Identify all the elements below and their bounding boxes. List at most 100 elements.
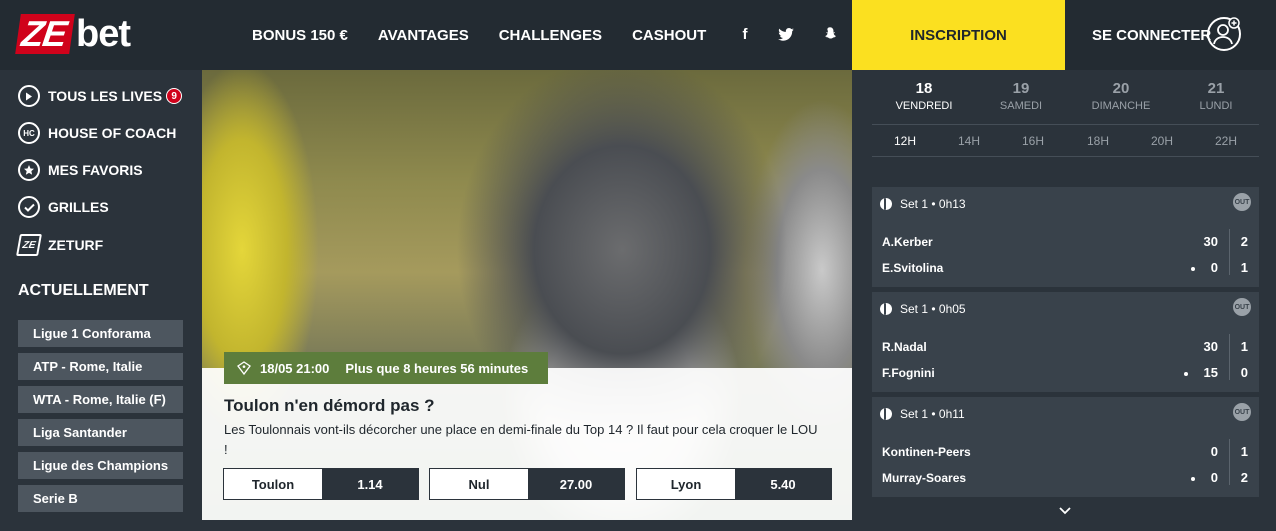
game-score-1: 30 bbox=[1203, 234, 1218, 249]
sidebar-item-label: MES FAVORIS bbox=[48, 162, 143, 178]
lives-count-badge: 9 bbox=[166, 88, 183, 104]
league-link[interactable]: Serie B bbox=[18, 485, 183, 512]
sidebar-item-label: HOUSE OF COACH bbox=[48, 125, 177, 141]
set-score-1: 1 bbox=[1240, 444, 1248, 459]
player-1: A.Kerber bbox=[882, 235, 933, 249]
user-add-icon[interactable] bbox=[1206, 16, 1242, 52]
live-match-card[interactable]: Set 1 • 0h05 OUT R.Nadal F.Fognini 30 15… bbox=[872, 292, 1259, 392]
sidebar-item-label: TOUS LES LIVES bbox=[48, 88, 163, 104]
hour-tab-20h[interactable]: 20H bbox=[1142, 134, 1182, 148]
odd-label: Nul bbox=[430, 469, 528, 499]
player-1: Kontinen-Peers bbox=[882, 445, 971, 459]
day-name: SAMEDI bbox=[999, 100, 1043, 112]
odd-button-away[interactable]: Lyon 5.40 bbox=[636, 468, 832, 500]
day-tab-19[interactable]: 19 SAMEDI bbox=[981, 80, 1061, 112]
day-tab-18[interactable]: 18 VENDREDI bbox=[884, 80, 964, 112]
odd-value: 5.40 bbox=[735, 469, 831, 499]
nav-challenges[interactable]: CHALLENGES bbox=[499, 27, 602, 44]
cashout-icon: OUT bbox=[1233, 298, 1251, 316]
sidebar-item-house-of-coach[interactable]: HC HOUSE OF COACH bbox=[18, 121, 176, 145]
set-score-2: 1 bbox=[1240, 260, 1248, 275]
match-status: Set 1 • 0h05 bbox=[880, 302, 966, 316]
check-icon bbox=[18, 196, 40, 218]
match-status-text: Set 1 • 0h11 bbox=[900, 407, 965, 421]
nav-bonus[interactable]: BONUS 150 € bbox=[252, 27, 348, 44]
play-icon bbox=[18, 85, 40, 107]
match-date: 18/05 21:00 bbox=[260, 360, 330, 376]
serve-indicator bbox=[1191, 477, 1195, 481]
score-divider bbox=[1229, 229, 1230, 275]
hour-tab-14h[interactable]: 14H bbox=[949, 134, 989, 148]
hour-tab-18h[interactable]: 18H bbox=[1078, 134, 1118, 148]
zeturf-icon: ZE bbox=[16, 234, 42, 256]
inscription-button[interactable]: INSCRIPTION bbox=[852, 0, 1065, 70]
sidebar-item-lives[interactable]: TOUS LES LIVES 9 bbox=[18, 84, 183, 108]
score-divider bbox=[1229, 439, 1230, 485]
hour-tab-22h[interactable]: 22H bbox=[1206, 134, 1246, 148]
game-score-1: 30 bbox=[1203, 339, 1218, 354]
day-name: DIMANCHE bbox=[1091, 100, 1151, 112]
sidebar-item-favoris[interactable]: MES FAVORIS bbox=[18, 158, 143, 182]
zebet-logo[interactable]: ZE bet bbox=[15, 12, 131, 56]
day-name: LUNDI bbox=[1199, 100, 1233, 112]
main-nav: BONUS 150 € AVANTAGES CHALLENGES CASHOUT bbox=[252, 0, 736, 70]
live-match-card[interactable]: Set 1 • 0h11 OUT Kontinen-Peers Murray-S… bbox=[872, 397, 1259, 497]
star-icon bbox=[18, 159, 40, 181]
score-divider bbox=[1229, 334, 1230, 380]
set-score-1: 2 bbox=[1240, 234, 1248, 249]
chevron-down-icon[interactable] bbox=[1058, 506, 1072, 516]
odd-button-home[interactable]: Toulon 1.14 bbox=[223, 468, 419, 500]
featured-match-hero[interactable]: 18/05 21:00 Plus que 8 heures 56 minutes… bbox=[202, 70, 852, 520]
player-2: F.Fognini bbox=[882, 366, 935, 380]
live-match-card[interactable]: Set 1 • 0h13 OUT A.Kerber E.Svitolina 30… bbox=[872, 187, 1259, 287]
match-status-text: Set 1 • 0h05 bbox=[900, 302, 966, 316]
day-number: 20 bbox=[1112, 80, 1130, 97]
league-link[interactable]: ATP - Rome, Italie bbox=[18, 353, 183, 380]
match-status: Set 1 • 0h13 bbox=[880, 197, 966, 211]
odd-value: 1.14 bbox=[322, 469, 418, 499]
set-score-1: 1 bbox=[1240, 339, 1248, 354]
logo-bet: bet bbox=[76, 13, 131, 55]
facebook-icon[interactable]: f bbox=[737, 26, 753, 43]
tennis-ball-icon bbox=[880, 198, 892, 210]
day-tab-21[interactable]: 21 LUNDI bbox=[1176, 80, 1256, 112]
snapchat-icon[interactable] bbox=[822, 26, 838, 41]
twitter-icon[interactable] bbox=[778, 28, 794, 41]
logo-ze: ZE bbox=[15, 13, 75, 54]
nav-cashout[interactable]: CASHOUT bbox=[632, 27, 706, 44]
hero-description: Les Toulonnais vont-ils décorcher une pl… bbox=[224, 422, 818, 457]
odd-label: Lyon bbox=[637, 469, 735, 499]
match-status-text: Set 1 • 0h13 bbox=[900, 197, 966, 211]
player-1: R.Nadal bbox=[882, 340, 927, 354]
match-countdown: Plus que 8 heures 56 minutes bbox=[345, 360, 529, 376]
login-button[interactable]: SE CONNECTER bbox=[1092, 0, 1211, 70]
day-number: 21 bbox=[1207, 80, 1225, 97]
serve-indicator bbox=[1184, 372, 1188, 376]
left-sidebar: TOUS LES LIVES 9 HC HOUSE OF COACH MES F… bbox=[0, 70, 202, 531]
league-link[interactable]: WTA - Rome, Italie (F) bbox=[18, 386, 183, 413]
sidebar-item-grilles[interactable]: GRILLES bbox=[18, 195, 109, 219]
league-link[interactable]: Liga Santander bbox=[18, 419, 183, 446]
game-score-1: 0 bbox=[1210, 444, 1218, 459]
hour-tab-16h[interactable]: 16H bbox=[1013, 134, 1053, 148]
league-link[interactable]: Ligue 1 Conforama bbox=[18, 320, 183, 347]
league-link[interactable]: Ligue des Champions bbox=[18, 452, 183, 479]
set-score-2: 0 bbox=[1240, 365, 1248, 380]
day-tab-20[interactable]: 20 DIMANCHE bbox=[1081, 80, 1161, 112]
sidebar-item-zeturf[interactable]: ZE ZETURF bbox=[16, 233, 103, 257]
live-panel: 18 VENDREDI 19 SAMEDI 20 DIMANCHE 21 LUN… bbox=[852, 70, 1276, 531]
hour-tab-12h[interactable]: 12H bbox=[885, 134, 925, 148]
player-2: E.Svitolina bbox=[882, 261, 944, 275]
odd-label: Toulon bbox=[224, 469, 322, 499]
match-status: Set 1 • 0h11 bbox=[880, 407, 965, 421]
odd-button-draw[interactable]: Nul 27.00 bbox=[429, 468, 625, 500]
serve-indicator bbox=[1191, 267, 1195, 271]
divider bbox=[872, 124, 1259, 125]
nav-avantages[interactable]: AVANTAGES bbox=[378, 27, 469, 44]
tennis-ball-icon bbox=[880, 408, 892, 420]
match-time-tag: 18/05 21:00 Plus que 8 heures 56 minutes bbox=[224, 352, 549, 384]
hero-title: Toulon n'en démord pas ? bbox=[224, 396, 435, 415]
cashout-icon: OUT bbox=[1233, 193, 1251, 211]
player-2: Murray-Soares bbox=[882, 471, 967, 485]
game-score-2: 15 bbox=[1203, 365, 1218, 380]
